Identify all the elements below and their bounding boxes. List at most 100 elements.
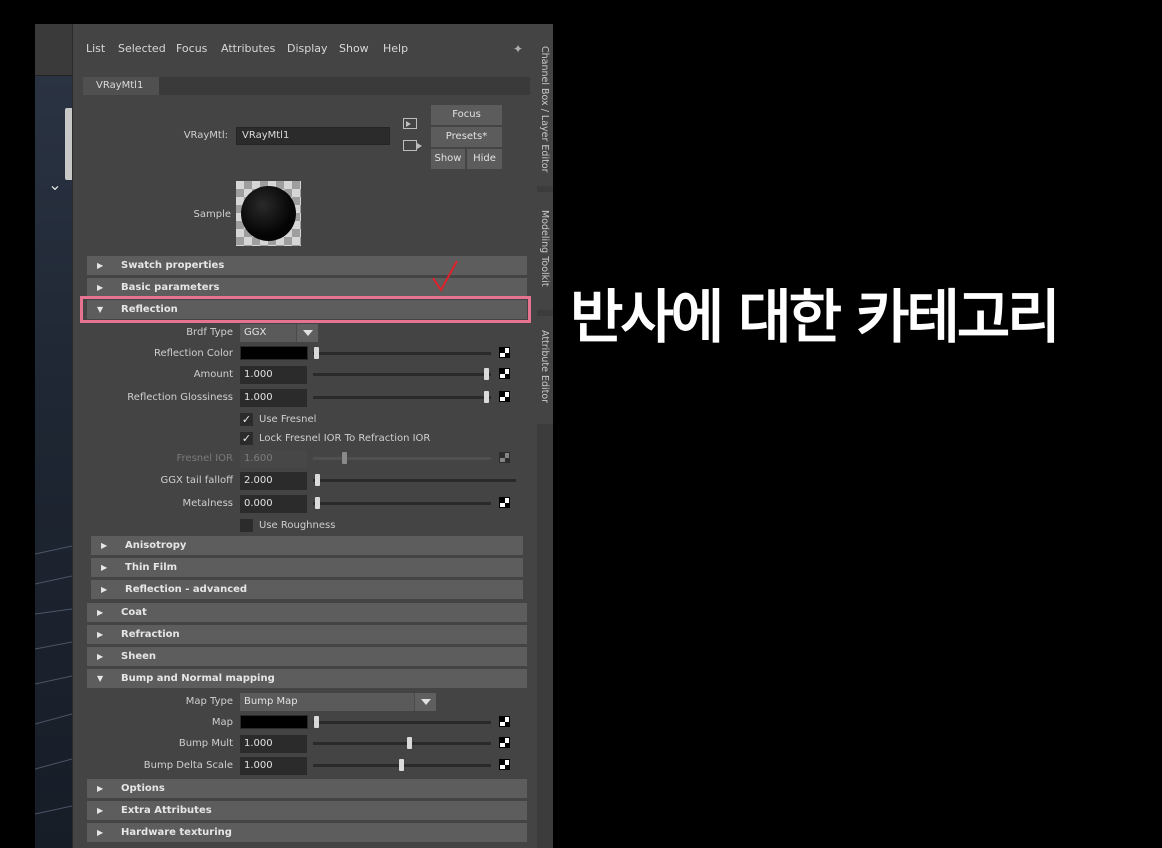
section-label: Hardware texturing — [121, 827, 232, 838]
output-connection-icon[interactable] — [403, 140, 422, 151]
menu-attributes[interactable]: Attributes — [221, 42, 275, 55]
focus-button[interactable]: Focus — [431, 105, 502, 125]
brdf-type-dropdown[interactable]: GGX — [240, 324, 318, 342]
menu-list[interactable]: List — [86, 42, 105, 55]
expand-arrow-icon: ▶ — [97, 652, 104, 661]
section-bump-normal-mapping[interactable]: ▼ Bump and Normal mapping — [87, 669, 527, 688]
menu-display[interactable]: Display — [287, 42, 328, 55]
input-connection-icon[interactable] — [403, 118, 417, 129]
bump-mult-field[interactable]: 1.000 — [240, 735, 307, 753]
section-label: Anisotropy — [125, 540, 187, 551]
section-anisotropy[interactable]: ▶ Anisotropy — [91, 536, 523, 555]
menu-show[interactable]: Show — [339, 42, 369, 55]
bump-delta-scale-label: Bump Delta Scale — [143, 760, 233, 771]
ggx-tail-falloff-slider-handle[interactable] — [315, 474, 320, 486]
map-texture-icon[interactable] — [499, 347, 510, 358]
reflection-color-label: Reflection Color — [153, 348, 233, 359]
node-name-label: VRayMtl: — [183, 130, 228, 141]
section-hardware-texturing[interactable]: ▶ Hardware texturing — [87, 823, 527, 842]
section-label: Coat — [121, 607, 147, 618]
expand-arrow-icon: ▶ — [97, 828, 104, 837]
map-texture-icon[interactable] — [499, 391, 510, 402]
reflection-color-swatch[interactable] — [240, 346, 308, 360]
use-fresnel-label: Use Fresnel — [259, 414, 317, 425]
red-check-mark — [432, 260, 458, 292]
attribute-editor-tab-label[interactable]: Attribute Editor — [539, 330, 550, 403]
metalness-field[interactable]: 0.000 — [240, 495, 307, 513]
section-options[interactable]: ▶ Options — [87, 779, 527, 798]
section-refraction[interactable]: ▶ Refraction — [87, 625, 527, 644]
map-texture-icon[interactable] — [499, 737, 510, 748]
node-name-field[interactable]: VRayMtl1 — [236, 127, 390, 145]
expand-arrow-icon: ▶ — [101, 541, 108, 550]
bump-delta-scale-slider-handle[interactable] — [399, 759, 404, 771]
metalness-slider-handle[interactable] — [315, 497, 320, 509]
section-label: Basic parameters — [121, 282, 220, 293]
expand-arrow-icon: ▶ — [97, 784, 104, 793]
reflection-color-slider-handle[interactable] — [314, 347, 319, 359]
reflection-glossiness-slider[interactable] — [313, 396, 491, 399]
show-button[interactable]: Show — [431, 149, 465, 169]
section-reflection-advanced[interactable]: ▶ Reflection - advanced — [91, 580, 523, 599]
fresnel-ior-field: 1.600 — [240, 450, 307, 468]
use-roughness-label: Use Roughness — [259, 520, 336, 531]
map-texture-icon[interactable] — [499, 368, 510, 379]
menu-selected[interactable]: Selected — [118, 42, 166, 55]
channel-box-tab-label[interactable]: Channel Box / Layer Editor — [539, 46, 550, 173]
use-fresnel-checkbox[interactable]: ✓ — [240, 413, 253, 426]
expand-arrow-icon: ▶ — [97, 608, 104, 617]
menu-help[interactable]: Help — [383, 42, 408, 55]
collapse-arrow-icon: ▼ — [97, 674, 104, 683]
section-extra-attributes[interactable]: ▶ Extra Attributes — [87, 801, 527, 820]
reflection-glossiness-field[interactable]: 1.000 — [240, 389, 307, 407]
annotation-text: 반사에 대한 카테고리 — [570, 283, 1061, 351]
pin-icon[interactable]: ✦ — [513, 42, 523, 56]
ggx-tail-falloff-label: GGX tail falloff — [160, 475, 233, 486]
chevron-down-icon — [296, 324, 318, 342]
bump-mult-slider-handle[interactable] — [407, 737, 412, 749]
bump-map-slider[interactable] — [313, 721, 491, 724]
modeling-toolkit-tab-label[interactable]: Modeling Toolkit — [539, 210, 550, 287]
bump-map-swatch[interactable] — [240, 715, 308, 729]
reflection-color-slider[interactable] — [313, 352, 491, 355]
map-texture-icon[interactable] — [499, 716, 510, 727]
map-type-dropdown[interactable]: Bump Map — [240, 693, 436, 711]
menu-focus[interactable]: Focus — [176, 42, 207, 55]
bump-mult-slider[interactable] — [313, 742, 491, 745]
ggx-tail-falloff-slider[interactable] — [313, 479, 516, 482]
section-basic-parameters[interactable]: ▶ Basic parameters — [87, 278, 527, 297]
material-swatch[interactable] — [236, 181, 301, 246]
fresnel-ior-slider — [313, 457, 491, 460]
section-sheen[interactable]: ▶ Sheen — [87, 647, 527, 666]
expand-arrow-icon: ▶ — [97, 261, 104, 270]
amount-slider-handle[interactable] — [484, 368, 489, 380]
amount-slider[interactable] — [313, 373, 491, 376]
amount-label: Amount — [193, 369, 233, 380]
expand-arrow-icon: ▶ — [101, 585, 108, 594]
bump-map-slider-handle[interactable] — [314, 716, 319, 728]
amount-field[interactable]: 1.000 — [240, 366, 307, 384]
fresnel-ior-slider-handle — [342, 452, 347, 464]
section-label: Thin Film — [125, 562, 178, 573]
menu-bar: List Selected Focus Attributes Display S… — [73, 36, 538, 62]
map-type-label: Map Type — [185, 696, 233, 707]
section-swatch-properties[interactable]: ▶ Swatch properties — [87, 256, 527, 275]
section-label: Extra Attributes — [121, 805, 212, 816]
brdf-type-value: GGX — [244, 327, 267, 338]
section-thin-film[interactable]: ▶ Thin Film — [91, 558, 523, 577]
lock-fresnel-ior-checkbox[interactable]: ✓ — [240, 432, 253, 445]
use-roughness-checkbox[interactable] — [240, 519, 253, 532]
presets-button[interactable]: Presets* — [431, 127, 502, 147]
metalness-label: Metalness — [182, 498, 233, 509]
bump-delta-scale-field[interactable]: 1.000 — [240, 757, 307, 775]
viewport-panel[interactable]: ⌄ — [35, 24, 72, 848]
hide-button[interactable]: Hide — [467, 149, 502, 169]
metalness-slider[interactable] — [313, 502, 491, 505]
ggx-tail-falloff-field[interactable]: 2.000 — [240, 472, 307, 490]
section-coat[interactable]: ▶ Coat — [87, 603, 527, 622]
fresnel-ior-label: Fresnel IOR — [176, 453, 234, 464]
reflection-glossiness-slider-handle[interactable] — [484, 391, 489, 403]
map-texture-icon[interactable] — [499, 497, 510, 508]
tab-vraymtl1[interactable]: VRayMtl1 — [83, 77, 159, 95]
map-texture-icon[interactable] — [499, 759, 510, 770]
